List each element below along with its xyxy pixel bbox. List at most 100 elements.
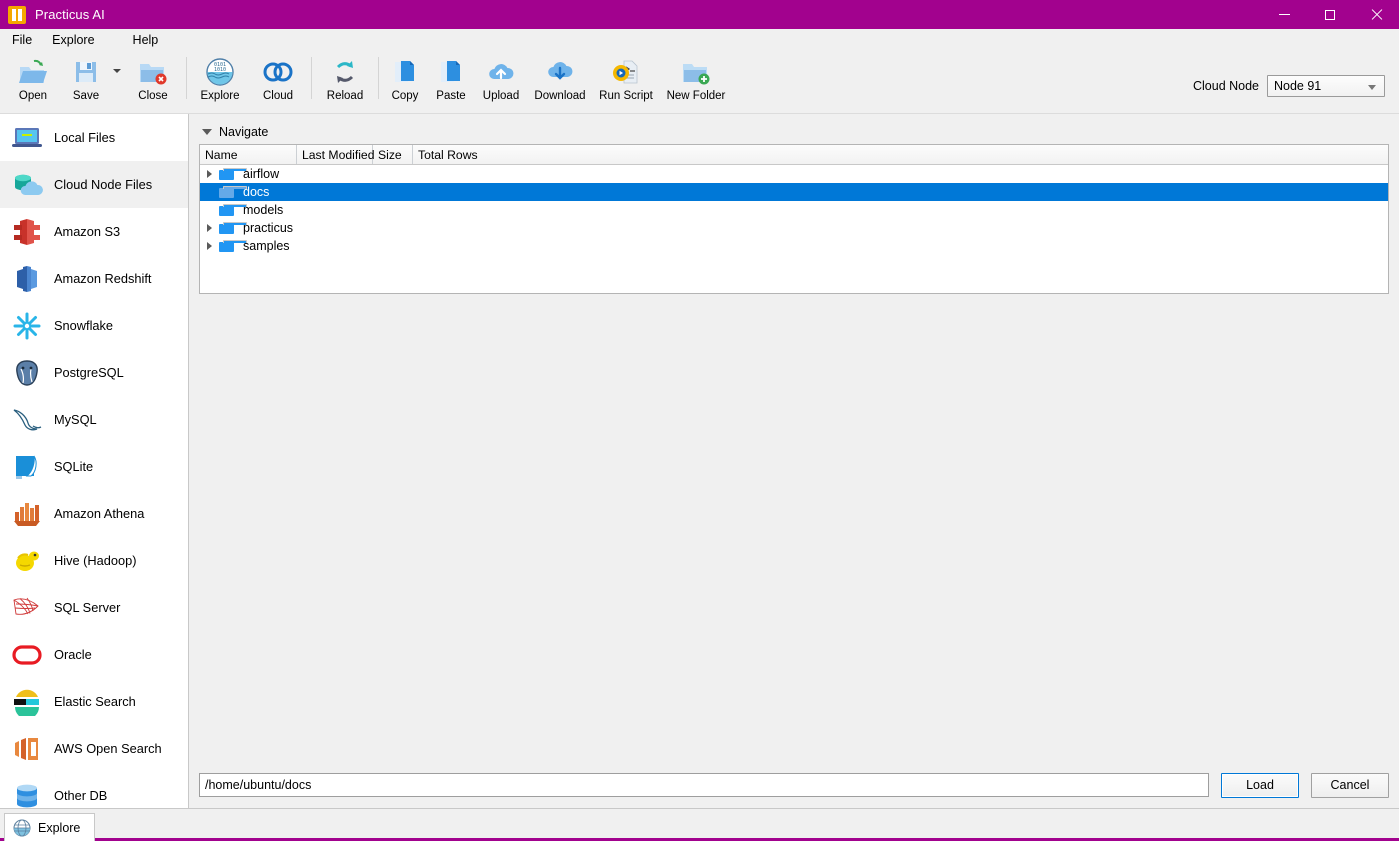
paste-button-label: Paste: [436, 90, 466, 102]
cloud-database-icon: [10, 168, 44, 202]
copy-pages-icon: [389, 56, 421, 88]
download-button-label: Download: [534, 90, 586, 102]
sidebar-item-label: Amazon Athena: [54, 506, 145, 521]
sidebar-item-oracle[interactable]: Oracle: [0, 631, 188, 678]
cloud-node-dropdown[interactable]: Node 91: [1267, 75, 1385, 97]
practicus-logo-icon: [8, 5, 26, 24]
load-button[interactable]: Load: [1221, 772, 1299, 798]
sidebar-item-label: SQL Server: [54, 600, 121, 615]
paste-button[interactable]: Paste: [427, 51, 475, 109]
sidebar-item-label: Elastic Search: [54, 694, 136, 709]
save-button[interactable]: Save: [62, 51, 110, 109]
maximize-button[interactable]: [1307, 0, 1353, 29]
close-file-button[interactable]: Close: [124, 51, 182, 109]
file-tree-header: Name Last Modified Size Total Rows: [200, 145, 1388, 165]
sidebar-item-label: PostgreSQL: [54, 365, 124, 380]
sidebar-item-label: Hive (Hadoop): [54, 553, 137, 568]
cloud-node-value: Node 91: [1274, 79, 1322, 93]
minimize-button[interactable]: [1261, 0, 1307, 29]
expand-arrow-icon[interactable]: [200, 219, 218, 237]
toolbar-separator-3: [378, 57, 379, 99]
sidebar-item-mysql[interactable]: MySQL: [0, 396, 188, 443]
elastic-search-icon: [10, 685, 44, 719]
maximize-icon: [1325, 9, 1335, 20]
reload-arrows-icon: [329, 56, 361, 88]
column-header-size[interactable]: Size: [373, 145, 413, 164]
sidebar-item-label: Oracle: [54, 647, 92, 662]
menu-explore[interactable]: Explore: [42, 30, 104, 51]
table-row[interactable]: docs: [200, 183, 1388, 201]
save-disk-icon: [70, 56, 102, 88]
expand-arrow-icon[interactable]: [200, 165, 218, 183]
sidebar-item-label: Local Files: [54, 130, 116, 145]
file-tree-panel: Name Last Modified Size Total Rows airfl…: [199, 144, 1389, 294]
tab-explore[interactable]: Explore: [4, 813, 96, 841]
new-folder-plus-icon: [680, 56, 712, 88]
sidebar-item-label: Cloud Node Files: [54, 177, 153, 192]
folder-icon: [218, 167, 247, 181]
sidebar-item-amazon-athena[interactable]: Amazon Athena: [0, 490, 188, 537]
table-row[interactable]: airflow: [200, 165, 1388, 183]
sidebar-item-label: SQLite: [54, 459, 94, 474]
table-row[interactable]: models: [200, 201, 1388, 219]
folder-icon: [218, 203, 247, 217]
oracle-icon: [10, 638, 44, 672]
column-header-last-modified[interactable]: Last Modified: [297, 145, 375, 164]
main-panel: Navigate Name Last Modified Size Total R…: [189, 114, 1399, 808]
menu-help[interactable]: Help: [123, 30, 169, 51]
sidebar-item-hive-hadoop[interactable]: Hive (Hadoop): [0, 537, 188, 584]
body-area: Local Files Cloud Node Files Amazon S3 A…: [0, 114, 1399, 808]
toolbar-separator-2: [311, 57, 312, 99]
upload-button[interactable]: Upload: [475, 51, 527, 109]
run-script-button[interactable]: Run Script: [593, 51, 659, 109]
file-name: samples: [243, 239, 290, 253]
database-cylinder-icon: [10, 779, 44, 809]
copy-button[interactable]: Copy: [383, 51, 427, 109]
sidebar-item-sqlite[interactable]: SQLite: [0, 443, 188, 490]
expand-arrow-icon[interactable]: [200, 237, 218, 255]
sidebar-item-amazon-s3[interactable]: Amazon S3: [0, 208, 188, 255]
menu-file[interactable]: File: [2, 30, 42, 51]
close-button[interactable]: [1353, 0, 1399, 29]
new-folder-button[interactable]: New Folder: [659, 51, 733, 109]
file-name: practicus: [243, 221, 294, 235]
globe-icon: [13, 819, 31, 837]
download-button[interactable]: Download: [527, 51, 593, 109]
menu-bar: File Explore Help: [0, 29, 1399, 51]
sidebar-item-other-db[interactable]: Other DB: [0, 772, 188, 808]
sidebar-item-label: Other DB: [54, 788, 108, 803]
postgresql-elephant-icon: [10, 356, 44, 390]
sidebar-item-sql-server[interactable]: SQL Server: [0, 584, 188, 631]
column-header-name[interactable]: Name: [200, 145, 297, 164]
explore-button[interactable]: 0101 1010 Explore: [191, 51, 249, 109]
path-input[interactable]: [199, 773, 1209, 797]
sidebar-item-cloud-node-files[interactable]: Cloud Node Files: [0, 161, 188, 208]
sql-server-icon: [10, 591, 44, 625]
caret-down-icon: [202, 129, 212, 135]
sidebar-item-postgresql[interactable]: PostgreSQL: [0, 349, 188, 396]
main-spacer: [199, 294, 1389, 762]
tab-label: Explore: [38, 820, 81, 835]
hive-hadoop-bee-icon: [10, 544, 44, 578]
sidebar-item-local-files[interactable]: Local Files: [0, 114, 188, 161]
snowflake-icon: [10, 309, 44, 343]
sidebar-item-label: MySQL: [54, 412, 97, 427]
save-dropdown-button[interactable]: [110, 51, 124, 109]
sidebar-item-elastic-search[interactable]: Elastic Search: [0, 678, 188, 725]
cloud-button[interactable]: Cloud: [249, 51, 307, 109]
navigate-section-header[interactable]: Navigate: [199, 120, 1389, 144]
sidebar-item-amazon-redshift[interactable]: Amazon Redshift: [0, 255, 188, 302]
column-header-total-rows[interactable]: Total Rows: [413, 145, 1388, 164]
sidebar-item-aws-open-search[interactable]: AWS Open Search: [0, 725, 188, 772]
sidebar-item-label: AWS Open Search: [54, 741, 162, 756]
cloud-node-label: Cloud Node: [1192, 79, 1259, 93]
reload-button[interactable]: Reload: [316, 51, 374, 109]
table-row[interactable]: samples: [200, 237, 1388, 255]
cancel-button[interactable]: Cancel: [1311, 772, 1389, 798]
sidebar-item-snowflake[interactable]: Snowflake: [0, 302, 188, 349]
folder-icon: [218, 221, 247, 235]
table-row[interactable]: practicus: [200, 219, 1388, 237]
file-name: models: [243, 203, 284, 217]
toolbar: Open Save Close 0101 1010 Explore Cloud …: [0, 51, 1399, 114]
open-button[interactable]: Open: [4, 51, 62, 109]
